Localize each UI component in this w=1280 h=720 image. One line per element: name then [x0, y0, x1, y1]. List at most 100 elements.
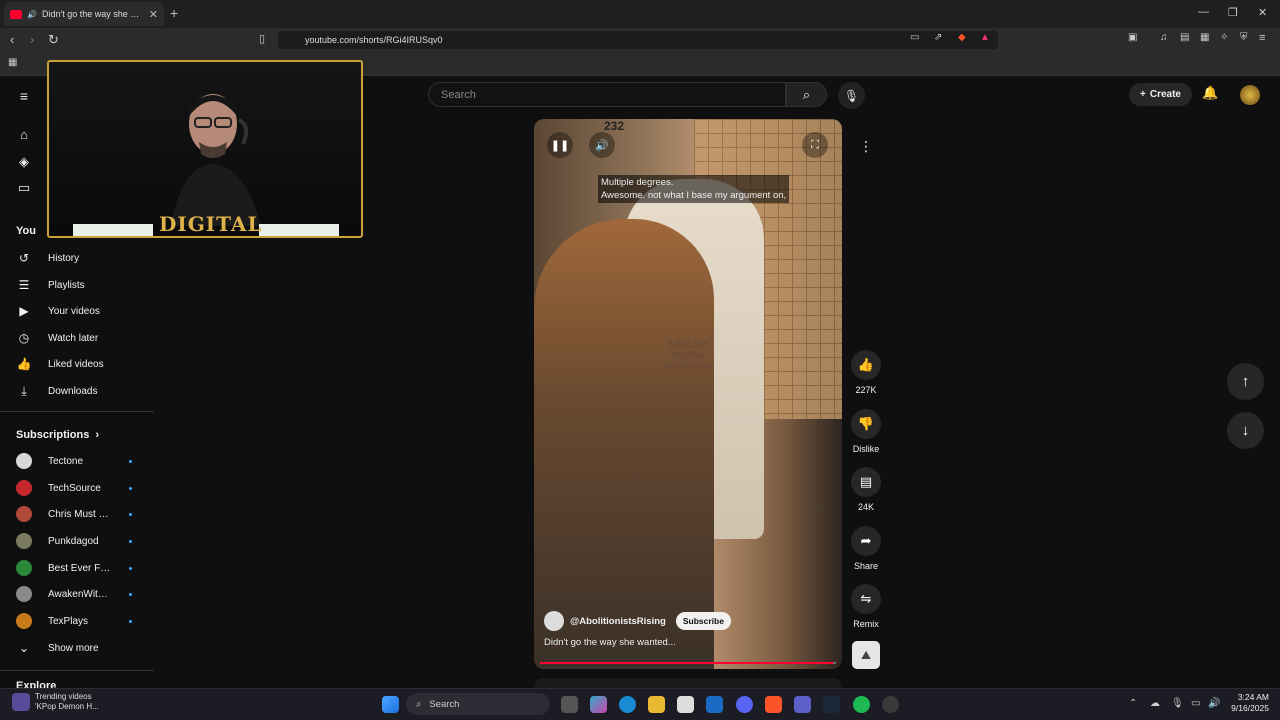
- vpn-icon[interactable]: ⛨: [1240, 32, 1248, 43]
- steam-icon[interactable]: [823, 696, 840, 713]
- home-icon[interactable]: ⌂: [16, 127, 32, 142]
- address-toolbar: ‹ › ↻ ▯ youtube.com/shorts/RGi4IRUSqv0 ▭…: [0, 28, 1280, 52]
- sidebar-item-your-videos[interactable]: ▶ Your videos: [16, 300, 146, 322]
- forward-icon[interactable]: ›: [30, 32, 34, 47]
- teams-icon[interactable]: [794, 696, 811, 713]
- apps-grid-icon[interactable]: ▦: [8, 57, 17, 68]
- shorts-icon[interactable]: ◈: [16, 154, 32, 170]
- reading-list-icon[interactable]: ▤: [1180, 32, 1189, 43]
- taskbar-search[interactable]: ⌕ Search: [406, 693, 550, 715]
- tab-close-icon[interactable]: ✕: [149, 8, 158, 21]
- file-explorer-icon[interactable]: [648, 696, 665, 713]
- voice-search-button[interactable]: 🎙: [838, 82, 865, 109]
- reload-icon[interactable]: ↻: [48, 32, 59, 48]
- subscription-techsource[interactable]: TechSource: [16, 477, 146, 499]
- url-text: youtube.com/shorts/RGi4IRUSqv0: [305, 35, 443, 45]
- browser-tab[interactable]: 🔊 Didn't go the way she wanted... ✕: [4, 2, 164, 26]
- new-tab-button[interactable]: +: [170, 5, 178, 21]
- streamer-figure: [171, 94, 261, 226]
- notifications-bell-icon[interactable]: 🔔: [1202, 85, 1218, 101]
- maximize-button[interactable]: ❐: [1228, 6, 1238, 19]
- cast-icon[interactable]: ▭: [910, 32, 919, 43]
- close-window-button[interactable]: ✕: [1258, 6, 1267, 19]
- volume-tray-icon[interactable]: 🔊: [1208, 698, 1220, 709]
- subscriptions-icon[interactable]: ▭: [16, 180, 32, 196]
- back-icon[interactable]: ‹: [10, 32, 14, 47]
- outlook-icon[interactable]: [706, 696, 723, 713]
- pause-button[interactable]: ❚❚: [547, 132, 573, 158]
- media-icon[interactable]: ♫: [1160, 32, 1168, 43]
- start-windows-icon[interactable]: [382, 696, 399, 713]
- store-icon[interactable]: [677, 696, 694, 713]
- subscription-awakenwithjp[interactable]: AwakenWithJP: [16, 583, 146, 605]
- wallet-icon[interactable]: ▦: [1200, 32, 1209, 43]
- subscription-tectone[interactable]: Tectone: [16, 450, 146, 472]
- download-icon: ⤓: [21, 383, 27, 398]
- subscription-texplays[interactable]: TexPlays: [16, 610, 146, 632]
- chevron-down-icon: ⌄: [18, 641, 30, 655]
- account-avatar[interactable]: [1240, 85, 1260, 105]
- sidebar-item-history[interactable]: ↺ History: [16, 247, 146, 269]
- subscription-punkdagod[interactable]: Punkdagod: [16, 530, 146, 552]
- next-short-button[interactable]: ↓: [1227, 412, 1264, 449]
- video-progress-bar[interactable]: [540, 662, 836, 664]
- edge-icon[interactable]: [619, 696, 636, 713]
- explore-header[interactable]: Explore: [16, 680, 56, 688]
- system-clock[interactable]: 3:24 AM 9/16/2025: [1225, 692, 1269, 714]
- task-view-icon[interactable]: [561, 696, 578, 713]
- brave-icon[interactable]: [765, 696, 782, 713]
- search-input[interactable]: Search: [428, 82, 786, 107]
- like-button[interactable]: 👍 227K: [848, 350, 884, 395]
- channel-handle[interactable]: @AbolitionistsRising: [570, 616, 666, 627]
- channel-avatar: [16, 613, 32, 629]
- share-button[interactable]: ➦ Share: [848, 526, 884, 571]
- subscribe-button[interactable]: Subscribe: [675, 612, 731, 630]
- leo-ai-icon[interactable]: ✧: [1220, 32, 1228, 43]
- volume-button[interactable]: 🔊: [589, 132, 615, 158]
- network-icon[interactable]: ▭: [1191, 698, 1200, 709]
- dislike-button[interactable]: 👎 Dislike: [848, 409, 884, 454]
- subscription-chris-must-list[interactable]: Chris Must List: [16, 503, 146, 525]
- spotify-icon[interactable]: [853, 696, 870, 713]
- search-icon: ⌕: [802, 86, 811, 102]
- short-title[interactable]: Didn't go the way she wanted...: [544, 637, 676, 648]
- more-options-icon[interactable]: ⋮: [852, 132, 880, 160]
- like-icon: 👍: [16, 357, 32, 371]
- sidebar-item-playlists[interactable]: ☰ Playlists: [16, 274, 146, 296]
- channel-avatar[interactable]: [544, 611, 564, 631]
- share-page-icon[interactable]: ⇗: [934, 32, 942, 43]
- you-section-header[interactable]: You: [16, 225, 36, 237]
- hamburger-menu-icon[interactable]: ≡: [16, 88, 32, 104]
- comments-button[interactable]: ▤ 24K: [848, 467, 884, 512]
- minimize-button[interactable]: —: [1198, 6, 1209, 18]
- subscriptions-header[interactable]: Subscriptions ›: [16, 429, 99, 441]
- bookmark-icon[interactable]: ▯: [259, 32, 265, 45]
- url-field[interactable]: youtube.com/shorts/RGi4IRUSqv0: [278, 31, 998, 49]
- brave-shields-icon[interactable]: ◆: [958, 32, 966, 43]
- fullscreen-button[interactable]: ⛶: [802, 132, 828, 158]
- create-button[interactable]: + Create: [1129, 83, 1192, 106]
- watch-later-icon: ◷: [18, 331, 30, 345]
- short-video-player[interactable]: ABOLISH HUMAN ABORTION 232 ❚❚ 🔊 ⛶ Multip…: [534, 119, 842, 669]
- browser-tab-bar: 🔊 Didn't go the way she wanted... ✕ + — …: [0, 0, 1280, 28]
- audio-icon[interactable]: 🔊: [27, 10, 37, 19]
- microphone-tray-icon[interactable]: 🎙: [1171, 698, 1184, 709]
- remix-button[interactable]: ⇋ Remix: [848, 584, 884, 629]
- copilot-icon[interactable]: [590, 696, 607, 713]
- onedrive-icon[interactable]: ☁: [1150, 698, 1160, 709]
- show-more-button[interactable]: ⌄ Show more: [16, 637, 146, 659]
- tray-chevron-icon[interactable]: ⌃: [1129, 698, 1137, 709]
- sidebar-item-watch-later[interactable]: ◷ Watch later: [16, 327, 146, 349]
- sound-channel-thumbnail[interactable]: ⛰: [852, 641, 880, 669]
- widgets-button[interactable]: Trending videos 'KPop Demon H...: [12, 692, 99, 712]
- search-button[interactable]: ⌕: [786, 82, 827, 107]
- previous-short-button[interactable]: ↑: [1227, 363, 1264, 400]
- sidebar-item-liked-videos[interactable]: 👍 Liked videos: [16, 353, 146, 375]
- subscription-best-ever-food[interactable]: Best Ever Food R...: [16, 557, 146, 579]
- brave-rewards-icon[interactable]: ▲: [980, 32, 990, 43]
- sidebar-item-downloads[interactable]: ⤓ Downloads: [16, 380, 146, 402]
- browser-menu-icon[interactable]: ≡: [1259, 32, 1265, 44]
- obs-icon[interactable]: [882, 696, 899, 713]
- sidebar-toggle-icon[interactable]: ▣: [1128, 32, 1137, 43]
- discord-icon[interactable]: [736, 696, 753, 713]
